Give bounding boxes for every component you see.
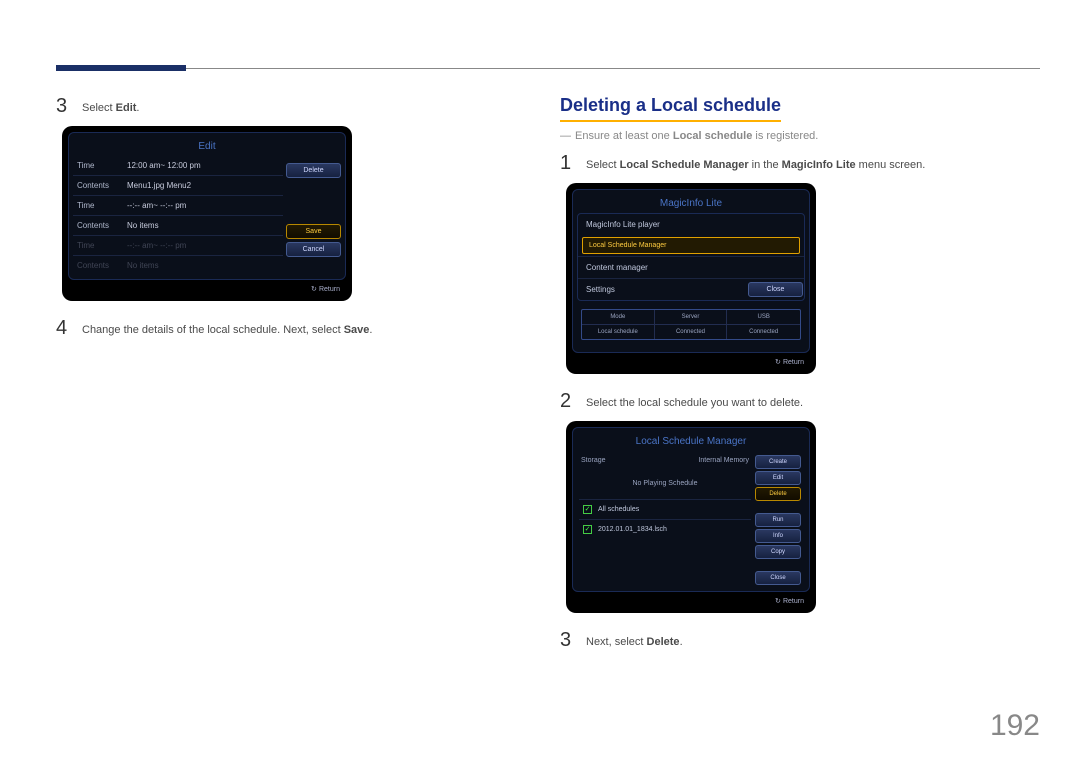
cancel-button[interactable]: Cancel xyxy=(286,242,341,257)
row-label: Contents xyxy=(77,181,127,190)
return-icon: ↺ xyxy=(775,597,781,605)
delete-button[interactable]: Delete xyxy=(286,163,341,178)
return-label: ↺Return xyxy=(572,592,810,607)
local-schedule-manager-panel: Local Schedule Manager Storage Internal … xyxy=(566,421,816,613)
status-value-server: Connected xyxy=(655,325,728,339)
panel-title: Edit xyxy=(73,137,341,156)
step-text: Select Edit. xyxy=(82,95,139,118)
return-label: ↺Return xyxy=(572,353,810,368)
row-label: Time xyxy=(77,201,127,210)
step-number: 4 xyxy=(56,317,82,340)
panel-title: Local Schedule Manager xyxy=(577,432,805,451)
storage-value: Internal Memory xyxy=(698,457,749,464)
page-number: 192 xyxy=(990,709,1040,743)
step-text: Select Local Schedule Manager in the Mag… xyxy=(586,152,925,175)
status-header-usb: USB xyxy=(727,310,800,325)
step-text: Change the details of the local schedule… xyxy=(82,317,372,340)
row-value: No items xyxy=(127,261,279,270)
step-number: 3 xyxy=(560,629,586,652)
edit-panel: Edit Time 12:00 am~ 12:00 pm Contents Me… xyxy=(62,126,352,301)
status-value-usb: Connected xyxy=(727,325,800,339)
step-number: 1 xyxy=(560,152,586,175)
playing-schedule-status: No Playing Schedule xyxy=(579,468,751,499)
schedule-item-all[interactable]: ✓ All schedules xyxy=(579,499,751,519)
step-1-right: 1 Select Local Schedule Manager in the M… xyxy=(560,152,1020,175)
row-value: 12:00 am~ 12:00 pm xyxy=(127,161,279,170)
menu-item-local-schedule-manager[interactable]: Local Schedule Manager xyxy=(582,237,800,254)
return-icon: ↺ xyxy=(311,285,317,293)
menu-item-player[interactable]: MagicInfo Lite player xyxy=(578,214,804,235)
copy-button[interactable]: Copy xyxy=(755,545,801,559)
row-value: No items xyxy=(127,221,279,230)
delete-button[interactable]: Delete xyxy=(755,487,801,501)
step-text: Select the local schedule you want to de… xyxy=(586,390,803,413)
status-header-server: Server xyxy=(655,310,728,325)
step-2-right: 2 Select the local schedule you want to … xyxy=(560,390,1020,413)
status-header-mode: Mode xyxy=(582,310,655,325)
info-button[interactable]: Info xyxy=(755,529,801,543)
status-value-mode: Local schedule xyxy=(582,325,655,339)
right-column: Deleting a Local schedule ―Ensure at lea… xyxy=(560,95,1020,660)
section-heading: Deleting a Local schedule xyxy=(560,95,781,122)
step-3-left: 3 Select Edit. xyxy=(56,95,516,118)
step-number: 2 xyxy=(560,390,586,413)
panel-title: MagicInfo Lite xyxy=(577,194,805,213)
create-button[interactable]: Create xyxy=(755,455,801,469)
run-button[interactable]: Run xyxy=(755,513,801,527)
close-button[interactable]: Close xyxy=(755,571,801,585)
list-item-label: 2012.01.01_1834.lsch xyxy=(598,526,667,533)
checkbox-icon[interactable]: ✓ xyxy=(583,525,592,534)
header-divider xyxy=(56,68,1040,69)
row-label: Contents xyxy=(77,221,127,230)
step-4-left: 4 Change the details of the local schedu… xyxy=(56,317,516,340)
row-value: Menu1.jpg Menu2 xyxy=(127,181,279,190)
save-button[interactable]: Save xyxy=(286,224,341,239)
status-grid: Mode Server USB Local schedule Connected… xyxy=(581,309,801,340)
step-number: 3 xyxy=(56,95,82,118)
list-item-label: All schedules xyxy=(598,506,639,513)
return-icon: ↺ xyxy=(775,358,781,366)
header-accent xyxy=(56,65,186,71)
row-label: Contents xyxy=(77,261,127,270)
step-3-right: 3 Next, select Delete. xyxy=(560,629,1020,652)
menu-item-content-manager[interactable]: Content manager xyxy=(578,256,804,278)
storage-label: Storage xyxy=(581,457,606,464)
edit-button[interactable]: Edit xyxy=(755,471,801,485)
step-text: Next, select Delete. xyxy=(586,629,683,652)
row-label: Time xyxy=(77,241,127,250)
row-value: --:-- am~ --:-- pm xyxy=(127,201,279,210)
note: ―Ensure at least one Local schedule is r… xyxy=(560,130,1020,142)
return-label: ↺Return xyxy=(68,280,346,295)
magicinfo-panel: MagicInfo Lite MagicInfo Lite player Loc… xyxy=(566,183,816,374)
row-value: --:-- am~ --:-- pm xyxy=(127,241,279,250)
row-label: Time xyxy=(77,161,127,170)
left-column: 3 Select Edit. Edit Time 12:00 am~ 12:00… xyxy=(56,95,516,348)
checkbox-icon[interactable]: ✓ xyxy=(583,505,592,514)
schedule-item[interactable]: ✓ 2012.01.01_1834.lsch xyxy=(579,519,751,539)
close-button[interactable]: Close xyxy=(748,282,803,297)
